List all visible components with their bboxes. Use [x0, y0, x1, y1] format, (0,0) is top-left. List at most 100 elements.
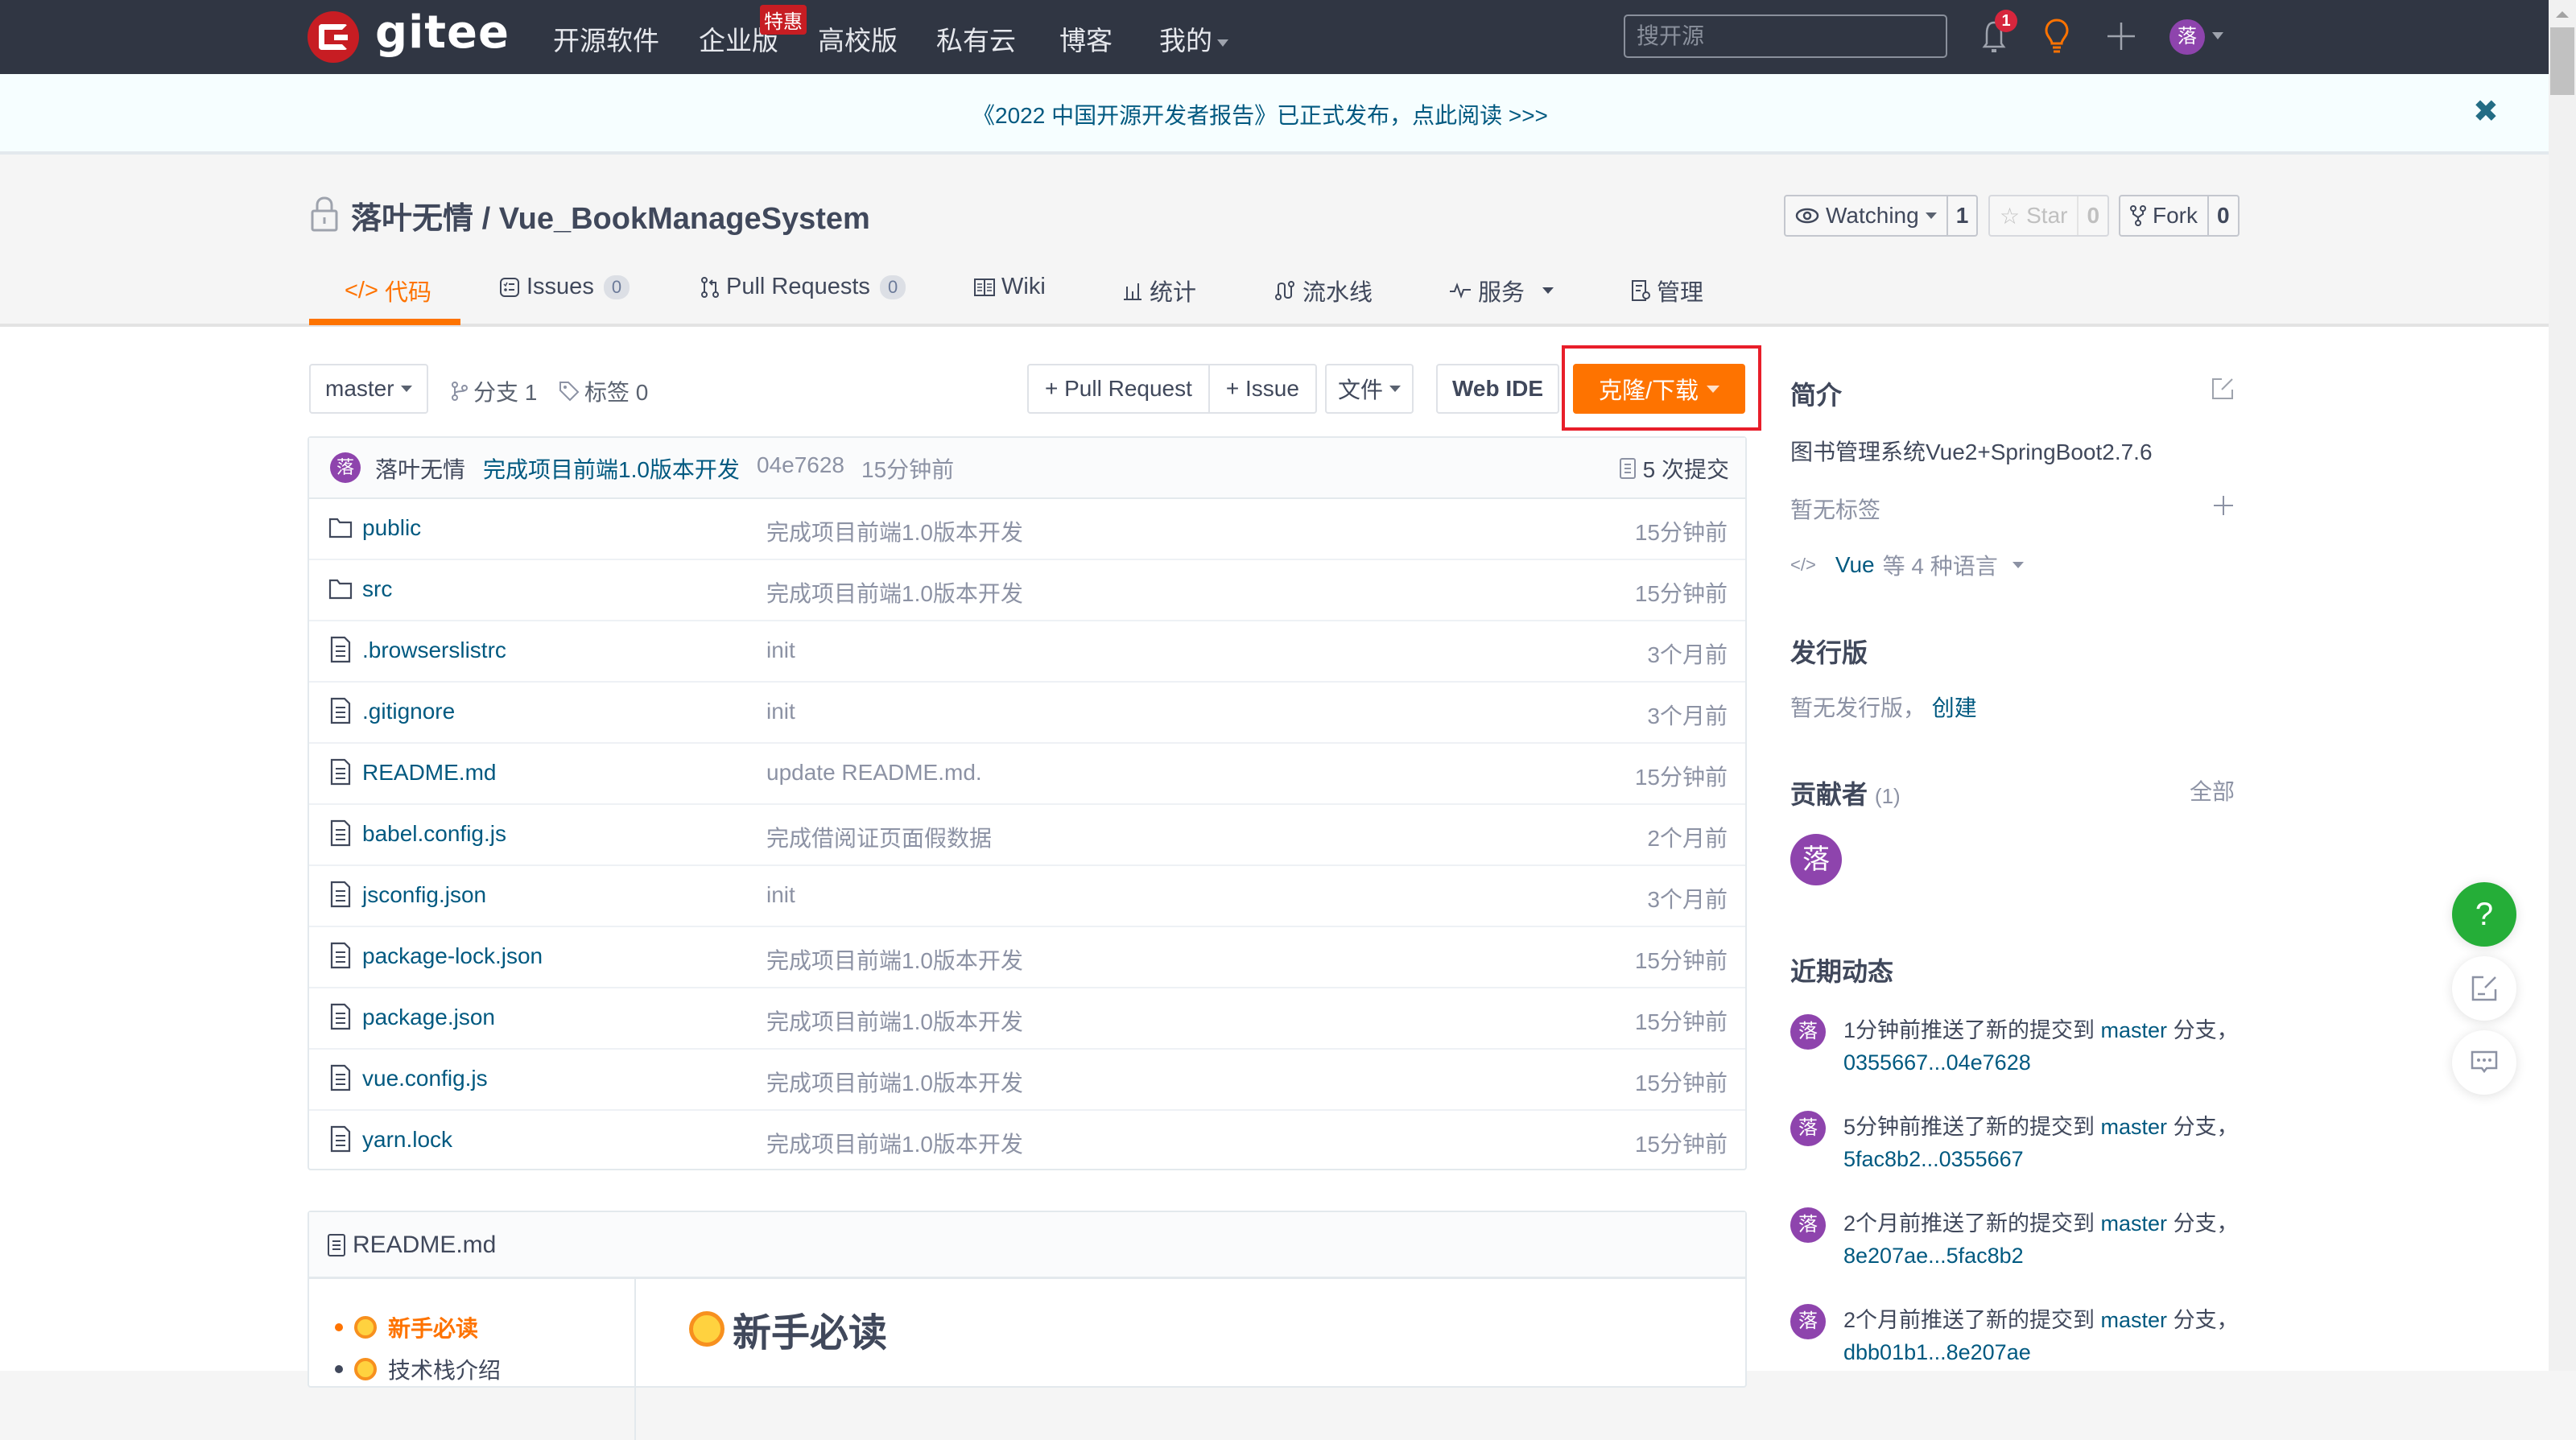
file-commit-message[interactable]: init	[766, 699, 795, 724]
activity-branch-link[interactable]: master	[2101, 1115, 2168, 1139]
nav-private-cloud[interactable]: 私有云	[936, 19, 1016, 58]
activity-commit-range-link[interactable]: dbb01b1...8e207ae	[1843, 1340, 2031, 1364]
tab-pipeline[interactable]: 流水线	[1274, 274, 1373, 307]
branches-link[interactable]: 分支 1	[451, 375, 537, 407]
star-button[interactable]: ☆ Star	[1990, 196, 2077, 235]
user-avatar[interactable]: 落	[2169, 19, 2205, 55]
close-icon[interactable]: ✖	[2473, 93, 2499, 130]
tab-code[interactable]: </> 代码	[345, 274, 431, 307]
tab-pull-requests[interactable]: Pull Requests 0	[700, 274, 906, 300]
file-name-link[interactable]: vue.config.js	[362, 1066, 488, 1091]
file-commit-message[interactable]: init	[766, 882, 795, 908]
fork-count[interactable]: 0	[2207, 196, 2238, 235]
file-commit-message[interactable]: init	[766, 637, 795, 663]
file-commit-message[interactable]: 完成项目前端1.0版本开发	[766, 1005, 1023, 1037]
file-row: .gitignore init 3个月前	[309, 681, 1745, 744]
file-name-link[interactable]: README.md	[362, 760, 496, 786]
file-name-link[interactable]: babel.config.js	[362, 821, 506, 847]
page-scrollbar[interactable]	[2549, 0, 2576, 1371]
file-name-link[interactable]: yarn.lock	[362, 1127, 452, 1153]
activity-avatar[interactable]: 落	[1790, 1207, 1826, 1243]
activity-avatar[interactable]: 落	[1790, 1304, 1826, 1339]
chevron-down-icon	[1389, 386, 1402, 392]
tags-link[interactable]: 标签 0	[559, 375, 648, 407]
gitee-logo-icon[interactable]	[308, 11, 359, 63]
scrollbar-thumb[interactable]	[2550, 27, 2574, 95]
nav-blog[interactable]: 博客	[1059, 19, 1113, 58]
nav-education[interactable]: 高校版	[818, 19, 898, 58]
languages-dropdown[interactable]: </> Vue 等 4 种语言	[1790, 549, 2024, 581]
announcement-link[interactable]: 《2022 中国开源开发者报告》已正式发布，点此阅读 >>>	[972, 98, 1548, 130]
contributors-all-link[interactable]: 全部	[2190, 774, 2235, 807]
watch-button[interactable]: Watching	[1785, 196, 1946, 235]
commit-message[interactable]: 完成项目前端1.0版本开发	[483, 452, 740, 485]
readme-toc: 新手必读 技术栈介绍	[309, 1279, 636, 1440]
branch-select[interactable]: master	[309, 364, 428, 414]
file-commit-message[interactable]: 完成项目前端1.0版本开发	[766, 576, 1023, 609]
clone-download-button[interactable]: 克隆/下载	[1573, 364, 1745, 414]
gitee-logo-text[interactable]: gitee	[375, 6, 510, 59]
watch-count[interactable]: 1	[1946, 196, 1977, 235]
file-name-link[interactable]: public	[362, 515, 421, 541]
chevron-down-icon[interactable]	[2212, 32, 2223, 39]
commit-author[interactable]: 落叶无情	[375, 452, 465, 485]
activity-commit-range-link[interactable]: 0355667...04e7628	[1843, 1050, 2031, 1075]
create-release-link[interactable]: 创建	[1932, 695, 1977, 720]
file-name-link[interactable]: .browserslistrc	[362, 637, 506, 663]
tab-issues[interactable]: Issues 0	[499, 274, 630, 300]
commit-author-avatar[interactable]: 落	[330, 452, 361, 483]
activity-commit-range-link[interactable]: 5fac8b2...0355667	[1843, 1147, 2024, 1171]
file-name-link[interactable]: jsconfig.json	[362, 882, 486, 908]
edit-icon[interactable]	[2211, 377, 2235, 401]
web-ide-button[interactable]: Web IDE	[1436, 364, 1560, 414]
plus-icon[interactable]	[2101, 16, 2141, 56]
watch-label: Watching	[1826, 203, 1919, 228]
activity-branch-link[interactable]: master	[2101, 1211, 2168, 1236]
file-commit-message[interactable]: 完成项目前端1.0版本开发	[766, 1066, 1023, 1098]
file-commit-message[interactable]: update README.md.	[766, 760, 982, 786]
file-row: jsconfig.json init 3个月前	[309, 864, 1745, 927]
file-commit-message[interactable]: 完成项目前端1.0版本开发	[766, 515, 1023, 547]
new-issue-button[interactable]: + Issue	[1208, 365, 1315, 412]
chat-button[interactable]	[2452, 1030, 2516, 1095]
file-commit-message[interactable]: 完成借阅证页面假数据	[766, 821, 992, 853]
activity-branch-link[interactable]: master	[2101, 1308, 2168, 1332]
fork-button[interactable]: Fork	[2120, 196, 2207, 235]
repo-owner-link[interactable]: 落叶无情	[351, 202, 473, 236]
contributor-avatar[interactable]: 落	[1790, 834, 1842, 885]
activity-prefix: 2个月前推送了新的提交到	[1843, 1308, 2101, 1332]
search-input[interactable]	[1624, 14, 1947, 58]
activity-avatar[interactable]: 落	[1790, 1014, 1826, 1050]
file-name-link[interactable]: package-lock.json	[362, 943, 543, 969]
file-name-link[interactable]: package.json	[362, 1005, 495, 1030]
scroll-up-arrow-icon[interactable]	[2556, 11, 2569, 18]
file-commit-message[interactable]: 完成项目前端1.0版本开发	[766, 943, 1023, 976]
tab-wiki[interactable]: Wiki	[974, 274, 1046, 300]
file-menu[interactable]: 文件	[1327, 365, 1412, 412]
tab-services[interactable]: 服务	[1449, 274, 1554, 307]
file-name-link[interactable]: .gitignore	[362, 699, 455, 724]
nav-mine[interactable]: 我的	[1159, 19, 1228, 58]
add-tag-icon[interactable]	[2212, 494, 2235, 517]
activity-avatar[interactable]: 落	[1790, 1111, 1826, 1146]
commit-count-link[interactable]: 5 次提交	[1619, 452, 1729, 485]
wiki-icon	[974, 278, 995, 296]
star-count[interactable]: 0	[2077, 196, 2107, 235]
repo-name-link[interactable]: Vue_BookManageSystem	[499, 202, 870, 236]
help-button[interactable]: ?	[2452, 882, 2516, 947]
new-pull-request-button[interactable]: + Pull Request	[1029, 365, 1208, 412]
commit-sha[interactable]: 04e7628	[757, 452, 844, 478]
toc-item[interactable]: 新手必读	[335, 1311, 478, 1343]
activity-commit-range-link[interactable]: 8e207ae...5fac8b2	[1843, 1244, 2024, 1268]
activity-prefix: 2个月前推送了新的提交到	[1843, 1211, 2101, 1236]
tab-stats[interactable]: 统计	[1122, 274, 1196, 307]
tab-manage[interactable]: 管理	[1631, 274, 1703, 307]
file-name-link[interactable]: src	[362, 576, 392, 602]
nav-open-source[interactable]: 开源软件	[553, 19, 659, 58]
lightbulb-icon[interactable]	[2037, 16, 2077, 56]
file-menu-button[interactable]: 文件	[1325, 364, 1414, 414]
activity-branch-link[interactable]: master	[2101, 1018, 2168, 1042]
toc-item[interactable]: 技术栈介绍	[335, 1353, 501, 1385]
file-commit-message[interactable]: 完成项目前端1.0版本开发	[766, 1127, 1023, 1159]
feedback-button[interactable]	[2452, 956, 2516, 1021]
